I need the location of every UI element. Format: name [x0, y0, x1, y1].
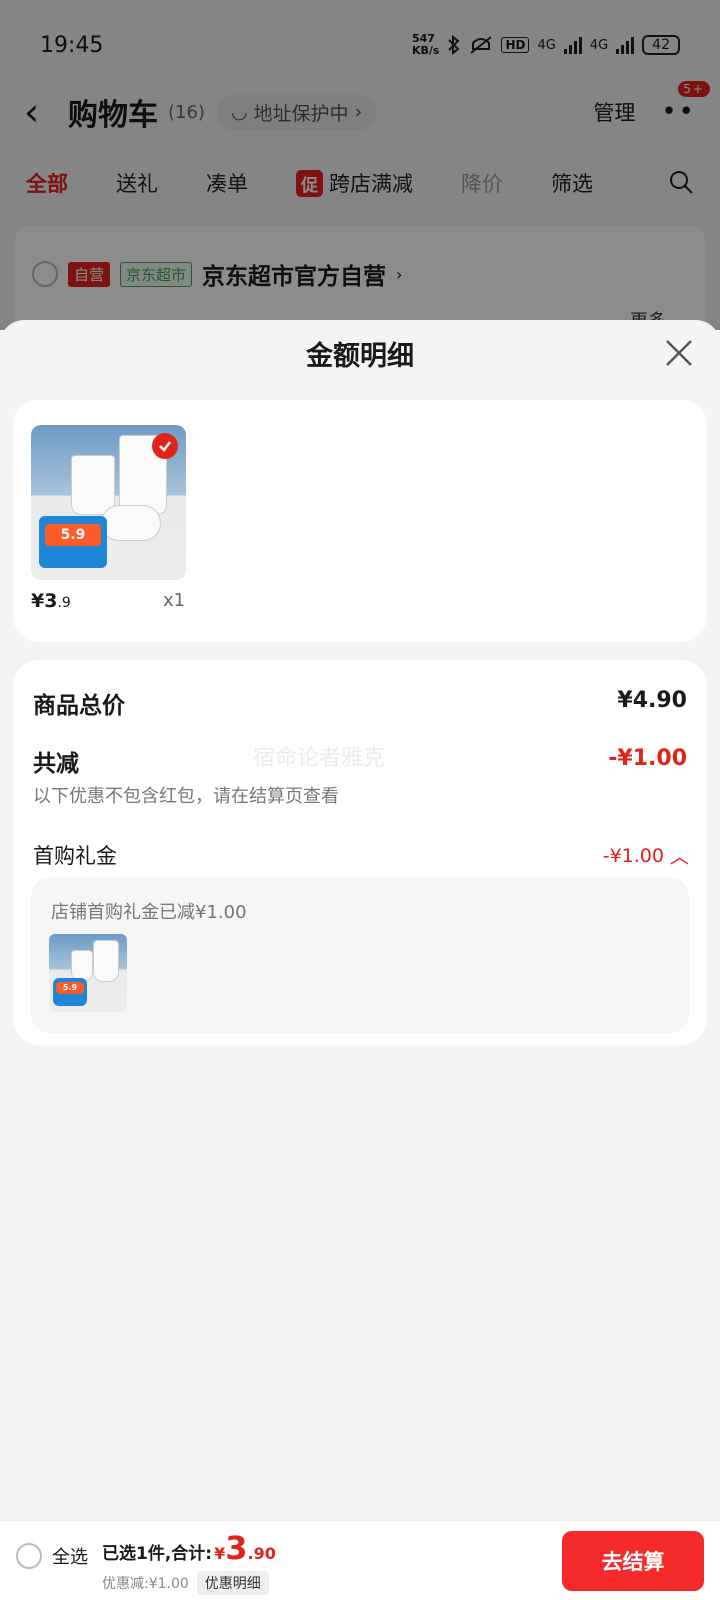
checkout-bar: 全选 已选1件,合计: ¥ 3 .90 优惠减:¥1.00 优惠明细 去结算 — [0, 1520, 720, 1600]
chevron-up-icon: ︿ — [669, 846, 689, 868]
item-quantity: x1 — [163, 590, 186, 611]
checkmark-icon — [152, 433, 178, 459]
first-purchase-gift-label: 首购礼金 — [33, 844, 117, 868]
gift-product-image[interactable]: 5.9 — [49, 934, 127, 1012]
cup-stack — [93, 940, 119, 982]
close-icon[interactable] — [664, 338, 694, 368]
price-badge: 5.9 — [53, 978, 87, 1006]
cup-lying — [101, 505, 161, 541]
first-purchase-gift-toggle[interactable]: -¥1.00 ︿ — [603, 842, 689, 869]
total-integer: 3 — [225, 1529, 248, 1567]
selected-summary: 已选1件,合计: ¥ 3 .90 — [102, 1529, 276, 1567]
total-decimal: .90 — [247, 1544, 276, 1563]
currency-symbol: ¥ — [214, 1544, 226, 1563]
watermark: 宿命论者雅克 — [253, 746, 386, 771]
amount-detail-sheet: 金额明细 5.9 ¥3.9 x1 商品总价 ¥4.90 共减 宿命论者雅克 -¥… — [0, 320, 720, 1520]
selected-items-card: 5.9 ¥3.9 x1 — [13, 400, 707, 642]
discount-summary: 优惠减:¥1.00 优惠明细 — [102, 1571, 269, 1595]
select-all-label: 全选 — [52, 1547, 88, 1568]
discount-note: 以下优惠不包含红包，请在结算页查看 — [33, 786, 339, 807]
sheet-title: 金额明细 — [306, 341, 414, 372]
discount-detail-button[interactable]: 优惠明细 — [196, 1571, 269, 1595]
product-image[interactable]: 5.9 — [31, 425, 186, 580]
item-price: ¥3.9 — [31, 590, 71, 612]
price-badge: 5.9 — [39, 516, 107, 568]
select-all-radio[interactable] — [16, 1543, 42, 1569]
select-all-toggle[interactable]: 全选 — [16, 1543, 88, 1569]
gift-detail-box: 店铺首购礼金已减¥1.00 5.9 — [31, 878, 689, 1033]
cup-stack — [71, 455, 115, 515]
checkout-button[interactable]: 去结算 — [562, 1531, 704, 1591]
discount-label: 共减 — [33, 751, 79, 777]
price-summary-card: 商品总价 ¥4.90 共减 宿命论者雅克 -¥1.00 以下优惠不包含红包，请在… — [13, 660, 707, 1045]
total-price-label: 商品总价 — [33, 693, 125, 719]
discount-value: -¥1.00 — [608, 746, 687, 771]
modal-overlay[interactable] — [0, 0, 720, 330]
gift-detail-text: 店铺首购礼金已减¥1.00 — [51, 902, 247, 923]
total-price-value: ¥4.90 — [617, 688, 687, 713]
